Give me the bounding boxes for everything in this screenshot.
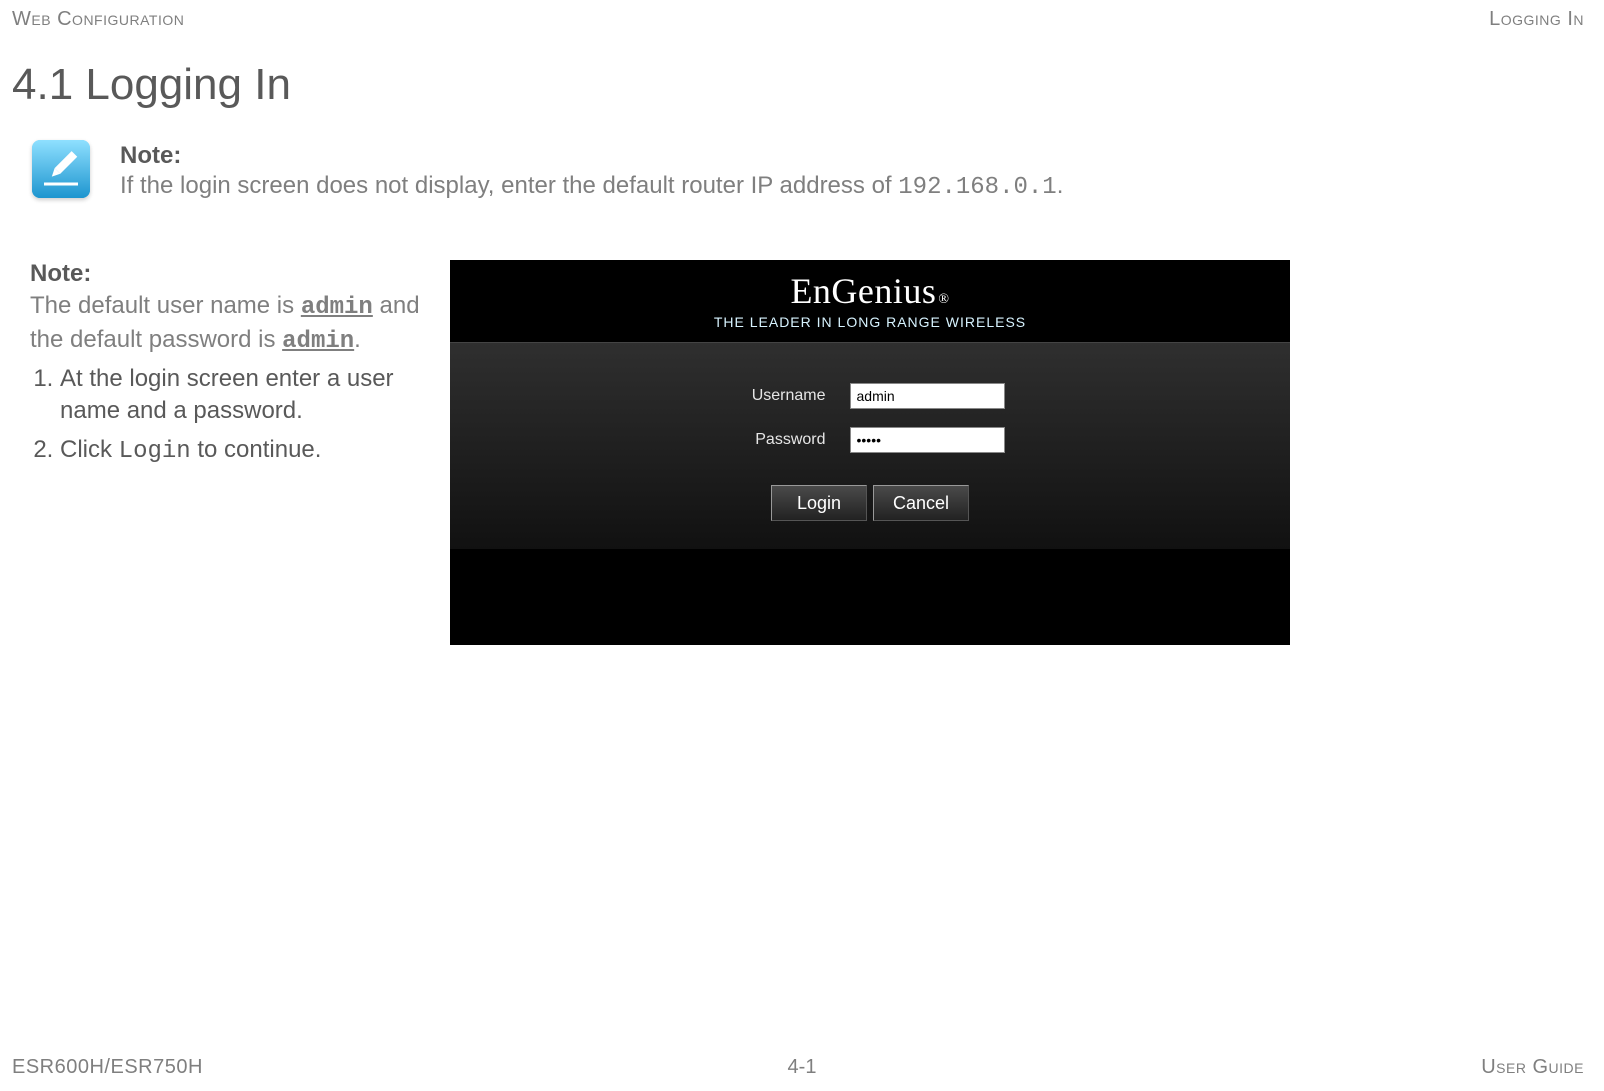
note1-prefix: If the login screen does not display, en… [120, 172, 898, 199]
note2-line-a: The default user name is [30, 292, 301, 319]
step-list: At the login screen enter a user name an… [30, 363, 430, 468]
note1-suffix: . [1057, 172, 1064, 199]
note-block-1: Note: If the login screen does not displ… [32, 140, 1063, 203]
registered-symbol: ® [938, 292, 949, 308]
step-2: Click Login to continue. [60, 434, 430, 468]
note-label-2: Note: [30, 260, 430, 288]
header-right: Logging In [1489, 8, 1584, 31]
note2-default-pass: admin [282, 328, 354, 355]
note2-default-user: admin [301, 294, 373, 321]
brand-tagline: THE LEADER IN LONG RANGE WIRELESS [714, 314, 1026, 330]
password-label: Password [736, 431, 826, 449]
note2-line-c: . [354, 326, 361, 353]
content-row: Note: The default user name is admin and… [30, 260, 1285, 645]
button-row: Login Cancel [771, 485, 969, 521]
footer-center: 4-1 [788, 1056, 817, 1079]
login-panel: EnGenius® THE LEADER IN LONG RANGE WIREL… [450, 260, 1290, 645]
note1-ip: 192.168.0.1 [898, 174, 1056, 201]
note-label-1: Note: [120, 142, 1063, 170]
password-row: Password [736, 427, 1005, 453]
note-icon [32, 140, 90, 198]
note-body-2: The default user name is admin and the d… [30, 290, 430, 359]
password-input[interactable] [850, 427, 1005, 453]
footer-right: User Guide [1481, 1056, 1584, 1079]
left-column: Note: The default user name is admin and… [30, 260, 430, 645]
footer-left: ESR600H/ESR750H [12, 1056, 203, 1079]
brand-name: EnGenius [790, 270, 936, 312]
page-title: 4.1 Logging In [12, 60, 291, 110]
username-input[interactable] [850, 383, 1005, 409]
username-row: Username [736, 383, 1005, 409]
step-2-prefix: Click [60, 436, 119, 463]
header-left: Web Configuration [12, 8, 184, 31]
login-button[interactable]: Login [771, 485, 867, 521]
note-body-1: If the login screen does not display, en… [120, 170, 1063, 203]
step-2-suffix: to continue. [191, 436, 322, 463]
login-form: Username Password Login Cancel [450, 342, 1290, 550]
username-label: Username [736, 387, 826, 405]
cancel-button[interactable]: Cancel [873, 485, 969, 521]
step-2-command: Login [119, 438, 191, 465]
brand-logo: EnGenius® [790, 270, 949, 312]
step-1: At the login screen enter a user name an… [60, 363, 430, 428]
